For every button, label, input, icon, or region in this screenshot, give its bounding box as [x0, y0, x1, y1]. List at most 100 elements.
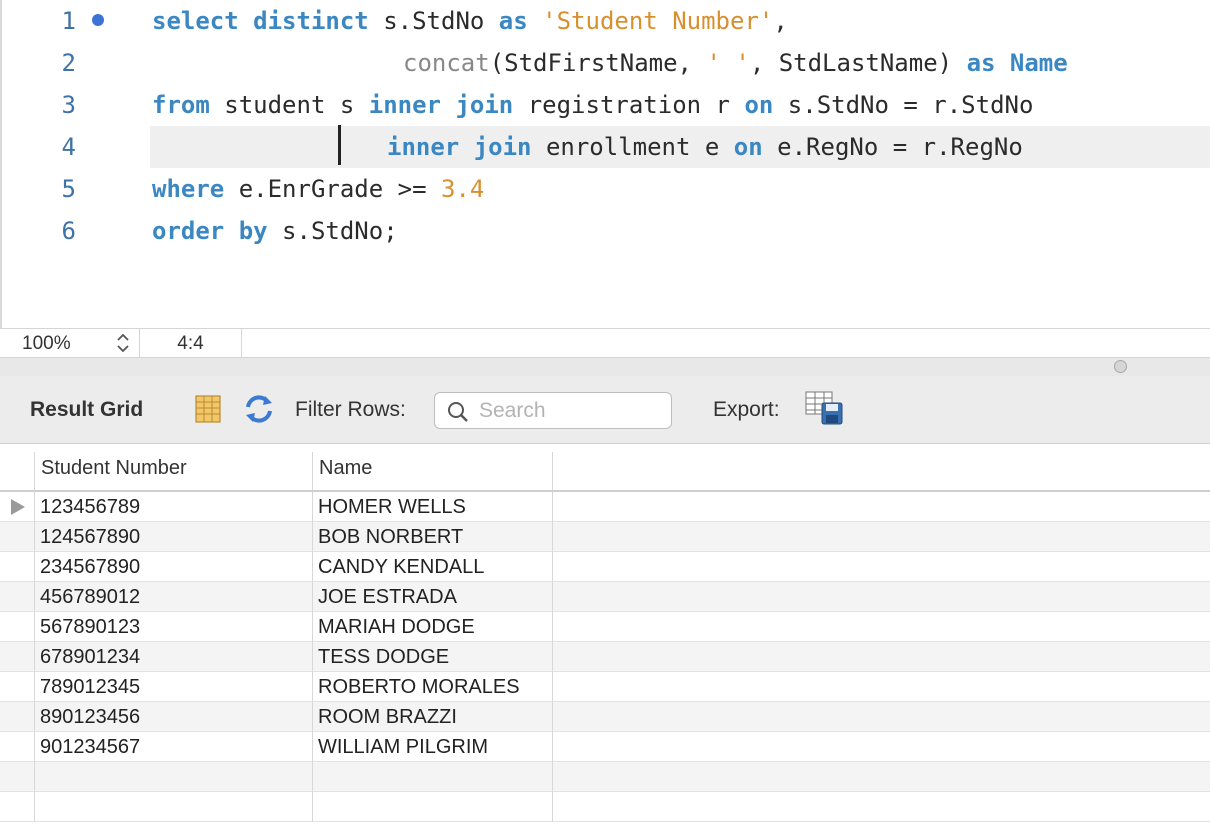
code-line-1[interactable]: 1 select distinct s.StdNo as 'Student Nu…	[2, 0, 1210, 42]
cell-student-number[interactable]: 234567890	[35, 552, 313, 582]
breakpoint-dot-icon	[92, 14, 104, 26]
export-icon[interactable]	[804, 390, 844, 426]
row-gutter	[0, 552, 35, 582]
line-number: 1	[61, 7, 76, 35]
row-gutter	[0, 762, 35, 792]
cell-name[interactable]: TESS DODGE	[313, 642, 553, 672]
panel-splitter[interactable]	[0, 358, 1210, 376]
table-row[interactable]: 234567890 CANDY KENDALL	[0, 552, 1210, 582]
cell-name[interactable]: ROBERTO MORALES	[313, 672, 553, 702]
code-token: registration r	[513, 91, 745, 119]
table-row[interactable]: 123456789 HOMER WELLS	[0, 492, 1210, 522]
code-token: ,	[773, 7, 788, 35]
column-header-student-number[interactable]: Student Number	[35, 452, 313, 490]
zoom-level: 100%	[22, 333, 71, 354]
cell-empty[interactable]	[35, 792, 313, 822]
row-marker-icon	[11, 499, 25, 515]
line-number: 3	[61, 91, 76, 119]
cell-student-number[interactable]: 890123456	[35, 702, 313, 732]
code-token: ' '	[706, 49, 750, 77]
result-grid[interactable]: Student Number Name 123456789 HOMER WELL…	[0, 444, 1210, 824]
cell-name[interactable]: CANDY KENDALL	[313, 552, 553, 582]
row-gutter	[0, 492, 35, 522]
code-token: where	[152, 175, 225, 203]
cell-empty[interactable]	[35, 762, 313, 792]
cell-student-number[interactable]: 123456789	[35, 492, 313, 522]
export-label: Export:	[713, 398, 780, 421]
table-row[interactable]: 456789012 JOE ESTRADA	[0, 582, 1210, 612]
row-gutter	[0, 642, 35, 672]
refresh-icon[interactable]	[243, 393, 275, 425]
sql-editor[interactable]: 1 select distinct s.StdNo as 'Student Nu…	[0, 0, 1210, 328]
cell-student-number[interactable]: 789012345	[35, 672, 313, 702]
table-row[interactable]: 901234567 WILLIAM PILGRIM	[0, 732, 1210, 762]
header-gutter	[0, 452, 35, 490]
cell-empty[interactable]	[313, 792, 553, 822]
table-row[interactable]: 789012345 ROBERTO MORALES	[0, 672, 1210, 702]
code-token: e.RegNo = r.RegNo	[762, 133, 1023, 161]
code-token: on	[744, 91, 774, 119]
row-gutter	[0, 702, 35, 732]
code-token: as Name	[966, 49, 1068, 77]
code-line-2[interactable]: 2 concat(StdFirstName, ' ', StdLastName)…	[2, 42, 1210, 84]
table-row[interactable]: 890123456 ROOM BRAZZI	[0, 702, 1210, 732]
code-token: enrollment e	[531, 133, 734, 161]
cell-empty[interactable]	[313, 762, 553, 792]
code-token: inner join	[368, 91, 514, 119]
code-line-5[interactable]: 5 where e.EnrGrade >= 3.4	[2, 168, 1210, 210]
grid-toggle-icon[interactable]	[192, 393, 224, 425]
zoom-selector[interactable]: 100%	[0, 329, 140, 358]
code-token: , StdLastName)	[749, 49, 967, 77]
empty-row[interactable]	[0, 762, 1210, 792]
empty-row[interactable]	[0, 792, 1210, 822]
line-number: 6	[61, 217, 76, 245]
cell-student-number[interactable]: 567890123	[35, 612, 313, 642]
code-text: concat(StdFirstName, ' ', StdLastName) a…	[403, 42, 1068, 84]
row-gutter	[0, 672, 35, 702]
table-row[interactable]: 567890123 MARIAH DODGE	[0, 612, 1210, 642]
code-token: student s	[209, 91, 369, 119]
row-gutter	[0, 522, 35, 552]
cell-name[interactable]: JOE ESTRADA	[313, 582, 553, 612]
code-token: order by	[152, 217, 268, 245]
result-toolbar: Result Grid Filter Rows: Export:	[0, 376, 1210, 444]
code-text: select distinct s.StdNo as 'Student Numb…	[152, 0, 788, 42]
cursor-position: 4:4	[140, 329, 242, 358]
row-gutter	[0, 792, 35, 822]
row-gutter	[0, 612, 35, 642]
code-text: where e.EnrGrade >= 3.4	[152, 168, 484, 210]
code-text: order by s.StdNo;	[152, 210, 398, 252]
cell-name[interactable]: ROOM BRAZZI	[313, 702, 553, 732]
zoom-stepper-icon[interactable]	[116, 332, 130, 354]
filter-search-input[interactable]	[479, 396, 665, 425]
cell-name[interactable]: WILLIAM PILGRIM	[313, 732, 553, 762]
cell-name[interactable]: BOB NORBERT	[313, 522, 553, 552]
grid-header: Student Number Name	[0, 444, 1210, 492]
code-token: s.StdNo = r.StdNo	[773, 91, 1034, 119]
cell-student-number[interactable]: 678901234	[35, 642, 313, 672]
cell-student-number[interactable]: 124567890	[35, 522, 313, 552]
code-token: 3.4	[441, 175, 485, 203]
table-row[interactable]: 678901234 TESS DODGE	[0, 642, 1210, 672]
line-number: 2	[61, 49, 76, 77]
code-line-3[interactable]: 3 from student s inner join registration…	[2, 84, 1210, 126]
cell-student-number[interactable]: 456789012	[35, 582, 313, 612]
filter-search-box[interactable]	[434, 392, 672, 429]
code-token: inner join	[387, 133, 532, 161]
column-header-name[interactable]: Name	[313, 452, 553, 490]
code-token: as	[498, 7, 528, 35]
line-number: 4	[61, 133, 76, 161]
table-row[interactable]: 124567890 BOB NORBERT	[0, 522, 1210, 552]
code-text: from student s inner join registration r…	[152, 84, 1033, 126]
code-token: from	[152, 91, 210, 119]
code-token: s.StdNo	[368, 7, 499, 35]
code-line-4[interactable]: 4 inner join enrollment e on e.RegNo = r…	[2, 126, 1210, 168]
cell-name[interactable]: HOMER WELLS	[313, 492, 553, 522]
splitter-handle-icon[interactable]	[1114, 360, 1127, 373]
result-grid-title[interactable]: Result Grid	[30, 376, 143, 444]
code-line-6[interactable]: 6 order by s.StdNo;	[2, 210, 1210, 252]
cell-name[interactable]: MARIAH DODGE	[313, 612, 553, 642]
cell-student-number[interactable]: 901234567	[35, 732, 313, 762]
search-icon	[447, 401, 469, 423]
